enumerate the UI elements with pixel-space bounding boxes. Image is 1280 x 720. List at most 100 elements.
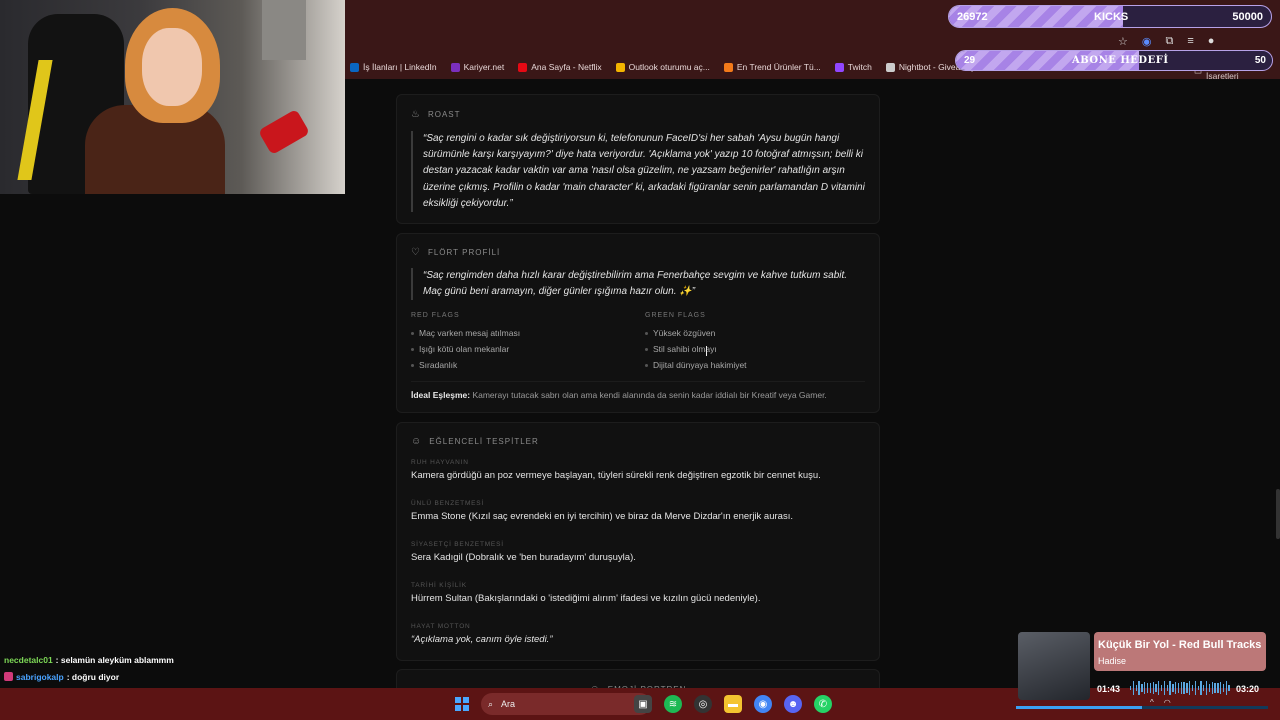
fun-facts-card: ☺ EĞLENCELİ TESPİTLER RUH HAYVANIN Kamera… bbox=[396, 422, 880, 661]
text-cursor bbox=[706, 346, 707, 356]
waveform-bar bbox=[1191, 684, 1194, 692]
roast-header: ♨ ROAST bbox=[411, 109, 865, 120]
taskbar-apps: ▣ ≋ ◎ ▬ ◉ ☻ ✆ bbox=[634, 695, 832, 713]
fun-fact-item: HAYAT MOTTON “Açıklama yok, canım öyle is… bbox=[411, 623, 865, 653]
waveform-bar bbox=[1220, 681, 1222, 695]
bookmark-favicon-icon bbox=[450, 62, 460, 72]
taskview-icon[interactable]: ▣ bbox=[634, 695, 652, 713]
waveform-bar bbox=[1152, 681, 1154, 695]
bullet-icon bbox=[411, 363, 414, 367]
bookmark-item[interactable]: Ana Sayfa - Netflix bbox=[518, 62, 602, 72]
fun-fact-label: RUH HAYVANIN bbox=[411, 459, 469, 466]
shelf bbox=[262, 0, 306, 60]
fun-fact-value: Hürrem Sultan (Bakışlarındaki o 'istediğ… bbox=[411, 593, 761, 604]
chat-username[interactable]: necdetalc01 bbox=[4, 655, 53, 665]
fun-fact-label: HAYAT MOTTON bbox=[411, 623, 471, 630]
song-progress-bar bbox=[1016, 706, 1268, 709]
green-flags: GREEN FLAGS Yüksek özgüven Stil sahibi ol… bbox=[645, 312, 865, 373]
bookmark-favicon-icon bbox=[518, 62, 528, 72]
subscriber-current: 29 bbox=[964, 55, 976, 66]
waveform-bar bbox=[1149, 682, 1151, 694]
fun-fact-value: “Açıklama yok, canım öyle istedi.” bbox=[411, 634, 553, 645]
waveform-bar bbox=[1158, 681, 1160, 695]
waveform-bar bbox=[1166, 685, 1168, 691]
bookmark-item[interactable]: En Trend Ürünler Tü... bbox=[723, 62, 821, 72]
flirt-header: ♡ FLÖRT PROFİLİ bbox=[411, 247, 865, 258]
fun-facts-list: RUH HAYVANIN Kamera gördüğü an poz vermey… bbox=[411, 459, 865, 653]
bullet-icon bbox=[645, 347, 648, 351]
windows-start-icon[interactable] bbox=[455, 697, 469, 711]
bookmark-favicon-icon bbox=[834, 62, 844, 72]
waveform-bar bbox=[1222, 683, 1225, 693]
bookmark-item[interactable]: Outlook oturumu aç... bbox=[615, 62, 710, 72]
fun-facts-title: EĞLENCELİ TESPİTLER bbox=[429, 437, 539, 446]
chat-username[interactable]: sabrigokalp bbox=[16, 672, 64, 682]
chat-message: sabrigokalp: doğru diyor bbox=[0, 668, 356, 685]
waveform-bar bbox=[1175, 681, 1177, 695]
taskbar-search[interactable]: ⌕ Ara bbox=[481, 693, 651, 715]
chat-text: : selamün aleyküm ablammm bbox=[55, 654, 174, 665]
waveform-bar bbox=[1197, 685, 1199, 691]
bookmark-star-icon[interactable]: ☆ bbox=[1118, 35, 1128, 48]
playlist-icon[interactable]: ≡ bbox=[1187, 35, 1193, 48]
green-flags-title: GREEN FLAGS bbox=[645, 312, 706, 320]
waveform-bar bbox=[1169, 681, 1171, 695]
waveform-bar bbox=[1203, 684, 1205, 692]
waveform-bar bbox=[1130, 686, 1132, 690]
roast-quote: “Saç rengini o kadar sık değiştiriyorsun… bbox=[411, 131, 865, 213]
flirt-quote: “Saç rengimden daha hızlı karar değiştir… bbox=[411, 268, 865, 301]
bookmark-item[interactable]: İş İlanları | LinkedIn bbox=[350, 62, 437, 72]
waveform-bar bbox=[1180, 682, 1182, 694]
red-flag-text: Maç varken mesaj atılması bbox=[419, 328, 521, 339]
fun-fact-item: ÜNLÜ BENZETMESİ Emma Stone (Kızıl saç evr… bbox=[411, 500, 865, 541]
red-flag-text: Işığı kötü olan mekanlar bbox=[419, 344, 510, 355]
fun-facts-header: ☺ EĞLENCELİ TESPİTLER bbox=[411, 436, 865, 447]
song-title: Küçük Bir Yol - Red Bull Tracks bbox=[1098, 639, 1262, 651]
heart-icon: ♡ bbox=[411, 247, 421, 258]
bookmark-label: En Trend Ürünler Tü... bbox=[736, 62, 821, 72]
waveform-bar bbox=[1160, 685, 1163, 691]
search-placeholder: Ara bbox=[501, 699, 516, 709]
roast-title: ROAST bbox=[427, 110, 461, 119]
ideal-match-text: Kamerayı tutacak sabrı olan ama kendi al… bbox=[472, 390, 827, 401]
spotify-icon[interactable]: ≋ bbox=[664, 695, 682, 713]
obs-icon[interactable]: ◎ bbox=[694, 695, 712, 713]
kicks-goal-bar: 26972 KICKS 50000 bbox=[948, 5, 1272, 28]
waveform-bar bbox=[1144, 682, 1146, 694]
extension-icon[interactable]: ◉ bbox=[1142, 35, 1152, 48]
file-explorer-icon[interactable]: ▬ bbox=[724, 695, 742, 713]
bookmark-favicon-icon bbox=[350, 62, 359, 72]
streamer-face bbox=[142, 28, 202, 106]
bookmark-item[interactable]: Kariyer.net bbox=[450, 62, 504, 72]
fun-fact-label: SİYASETÇİ BENZETMESİ bbox=[411, 541, 504, 548]
whatsapp-icon[interactable]: ✆ bbox=[814, 695, 832, 713]
green-flag-item: Yüksek özgüven bbox=[645, 325, 865, 341]
smile-icon: ☺ bbox=[411, 436, 423, 447]
chat-text: : doğru diyor bbox=[66, 671, 120, 682]
profile-avatar-icon[interactable]: ● bbox=[1208, 35, 1215, 48]
bookmark-favicon-icon bbox=[723, 62, 733, 72]
red-flags-list: Maç varken mesaj atılması Işığı kötü olan… bbox=[411, 325, 645, 373]
discord-icon[interactable]: ☻ bbox=[784, 695, 802, 713]
search-icon: ⌕ bbox=[488, 698, 494, 709]
chat-message: necdetalc01: selamün aleyküm ablammm bbox=[0, 651, 356, 668]
flirt-card: ♡ FLÖRT PROFİLİ “Saç rengimden daha hızl… bbox=[396, 233, 880, 413]
kicks-target: 50000 bbox=[1232, 11, 1263, 23]
ideal-match: İdeal Eşleşme: Kamerayı tutacak sabrı ol… bbox=[411, 390, 865, 400]
red-flags-title: RED FLAGS bbox=[411, 312, 460, 320]
bookmark-item[interactable]: Twitch bbox=[834, 62, 872, 72]
browser-toolbar-icons: ☆ ◉ ⧉ ≡ ● bbox=[1118, 35, 1214, 48]
album-art bbox=[1018, 632, 1090, 700]
scrollbar-thumb[interactable] bbox=[1276, 489, 1280, 539]
puzzle-icon[interactable]: ⧉ bbox=[1165, 35, 1173, 48]
chrome-icon[interactable]: ◉ bbox=[754, 695, 772, 713]
subscriber-label: ABONE HEDEFİ bbox=[1072, 55, 1169, 66]
green-flags-list: Yüksek özgüven Stil sahibi olmayı Dijital … bbox=[645, 325, 865, 373]
waveform-bar bbox=[1177, 683, 1180, 693]
waveform-bar bbox=[1172, 684, 1174, 692]
bullet-icon bbox=[645, 331, 648, 335]
waveform-bar bbox=[1205, 681, 1208, 695]
red-flags: RED FLAGS Maç varken mesaj atılması Işığı… bbox=[411, 312, 645, 373]
music-widget: Küçük Bir Yol - Red Bull Tracks Hadise 0… bbox=[1016, 630, 1268, 709]
ideal-match-label: İdeal Eşleşme: bbox=[411, 390, 471, 401]
